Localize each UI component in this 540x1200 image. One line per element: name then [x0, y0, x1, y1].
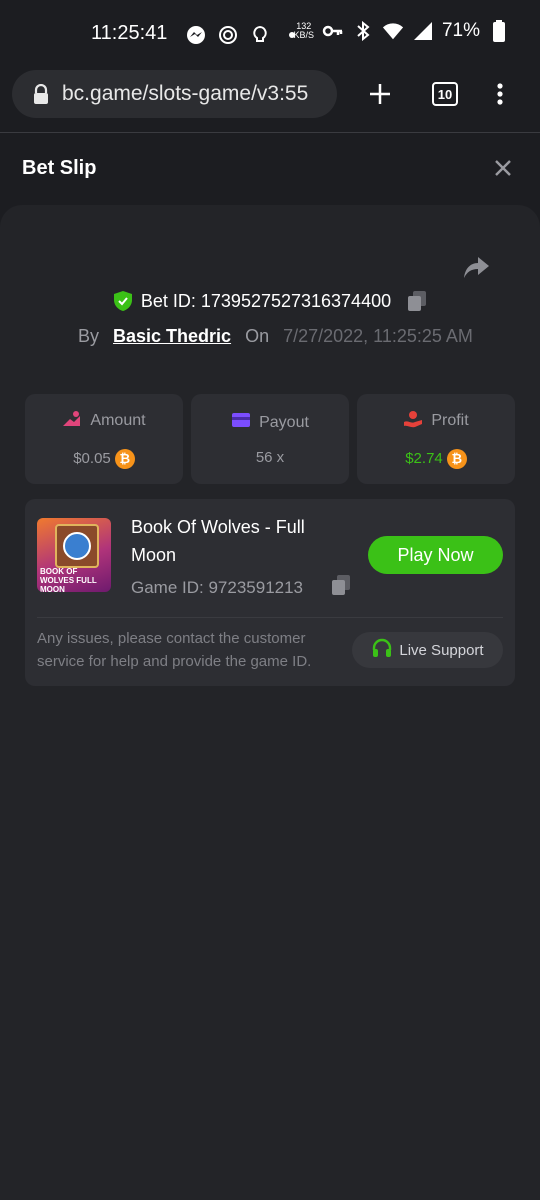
bet-id-row: Bet ID: 1739527527316374400 [0, 290, 540, 312]
bet-date: 7/27/2022, 11:25:25 AM [283, 326, 473, 346]
thumbnail-title: BOOK OF WOLVES FULL MOON [40, 567, 97, 592]
stat-profit: Profit $2.74 ₿ [357, 394, 515, 484]
new-tab-button[interactable] [364, 78, 396, 110]
bet-slip-header: Bet Slip [0, 133, 540, 203]
bluetooth-icon [352, 20, 374, 42]
messenger-icon [185, 24, 207, 46]
wolf-emblem [63, 532, 91, 560]
support-note: Any issues, please contact the customer … [37, 630, 312, 670]
system-icons: 132 KB/S 71% [293, 20, 510, 42]
stat-label: Amount [90, 412, 146, 429]
stat-value: 56 x [255, 449, 285, 466]
stat-amount: Amount $0.05 ₿ [25, 394, 183, 484]
share-icon [464, 257, 489, 278]
url-text[interactable]: bc.game/slots-game/v3:55 [62, 82, 332, 106]
sync-icon [217, 24, 239, 46]
by-label: By [78, 326, 100, 346]
net-speed: 132 KB/S [293, 21, 314, 40]
lock-icon [32, 83, 50, 104]
wallet-icon [231, 412, 251, 433]
status-bar: 11:25:41 132 KB/S 71% [0, 0, 540, 70]
copy-game-id-icon[interactable] [331, 574, 351, 601]
battery-percent: 71% [441, 20, 480, 41]
key-icon [322, 20, 344, 42]
stat-label: Profit [431, 412, 469, 429]
user-link[interactable]: Basic Thedric [113, 326, 231, 347]
game-thumbnail[interactable]: BOOK OF WOLVES FULL MOON [37, 518, 111, 592]
game-id: Game ID: 9723591213 [131, 577, 304, 597]
status-time: 11:25:41 [91, 22, 168, 44]
play-now-button[interactable]: Play Now [368, 536, 503, 574]
live-support-label: Live Support [399, 641, 484, 659]
bitcoin-icon: ₿ [446, 448, 467, 469]
address-bar[interactable]: bc.game/slots-game/v3:55 [12, 70, 337, 118]
game-card: BOOK OF WOLVES FULL MOON Book Of Wolves … [25, 499, 515, 686]
bet-id: Bet ID: 1739527527316374400 [140, 290, 392, 311]
bet-byline: By Basic Thedric On 7/27/2022, 11:25:25 … [78, 326, 473, 347]
wifi-icon [382, 20, 404, 42]
profit-icon [403, 410, 423, 433]
tabs-count: 10 [432, 82, 458, 106]
live-support-button[interactable]: Live Support [352, 632, 503, 668]
stat-value: $2.74 [405, 450, 443, 467]
stat-label: Payout [259, 413, 309, 431]
tab-switcher-button[interactable]: 10 [429, 78, 461, 110]
game-title: Book Of Wolves - Full Moon [131, 517, 305, 565]
copy-bet-id-icon[interactable] [407, 290, 427, 312]
more-vert-icon [497, 83, 503, 105]
amount-icon [62, 410, 82, 433]
close-button[interactable] [490, 155, 516, 181]
battery-icon [488, 20, 510, 42]
browser-toolbar: bc.game/slots-game/v3:55 10 [0, 70, 540, 133]
plus-icon [370, 84, 390, 104]
divider [37, 617, 503, 618]
bitcoin-icon: ₿ [114, 448, 135, 469]
notification-icons [185, 22, 303, 48]
share-button[interactable] [462, 255, 492, 283]
stat-value: $0.05 [73, 450, 111, 467]
on-label: On [245, 326, 270, 346]
stat-payout: Payout 56 x [191, 394, 349, 484]
verified-shield-icon [113, 290, 133, 312]
headset-icon [371, 637, 393, 663]
bulb-icon [249, 24, 271, 46]
close-icon [495, 160, 511, 176]
bet-stats: Amount $0.05 ₿ Payout 56 x Profit $2.74 … [25, 394, 515, 484]
signal-icon [412, 20, 434, 42]
page-title: Bet Slip [22, 157, 97, 179]
bet-detail-panel [0, 205, 540, 1200]
menu-button[interactable] [484, 78, 516, 110]
game-id-row: Game ID: 9723591213 [131, 574, 351, 601]
